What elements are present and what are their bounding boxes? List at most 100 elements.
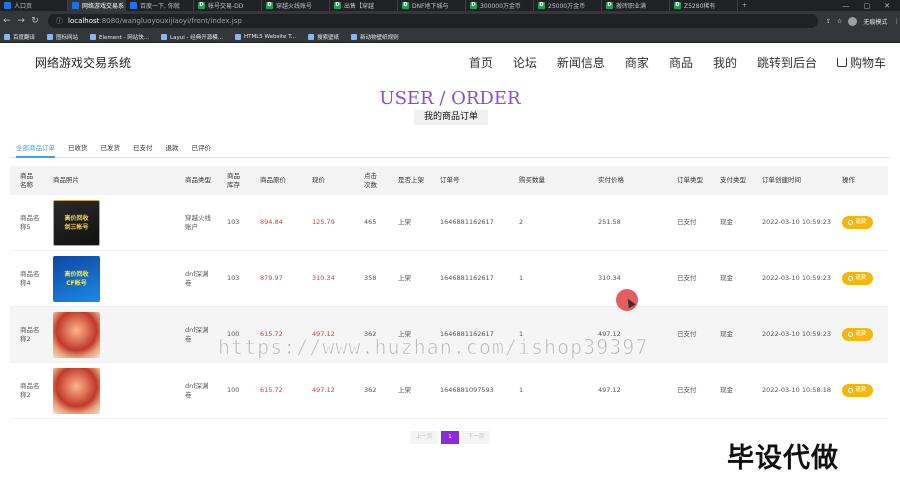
cell-orig: 879.97 [260, 274, 283, 282]
refund-button[interactable]: 退款 [842, 216, 873, 229]
new-tab-icon[interactable]: + [738, 0, 752, 11]
close-icon[interactable]: ✕ [884, 2, 890, 10]
maximize-icon[interactable]: ▢ [864, 2, 871, 10]
refund-button[interactable]: 退款 [842, 328, 873, 341]
nav-item[interactable]: 新闻信息 [557, 54, 605, 71]
nav-item[interactable]: 跳转到后台 [757, 54, 817, 71]
refund-button-label: 退款 [855, 219, 867, 225]
minimize-icon[interactable]: — [843, 2, 850, 10]
product-thumbnail[interactable]: 高价回收 剑三帐号 [53, 199, 100, 246]
column-header: 点击次数 [364, 171, 377, 189]
order-table: 商品名称 商品照片 商品类型 商品库存 商品原价 现价 点击次数 是否上架 订单号 购买数量 实付价… [10, 166, 888, 419]
prev-page-button[interactable]: 上一页 [410, 431, 438, 444]
refund-button[interactable]: 退款 [842, 384, 873, 397]
browser-tab[interactable]: D 300000万金币 [466, 0, 534, 11]
table-row: 商品名称5 高价回收 剑三帐号 穿越火线账户 103 894.84 125.79 465 上架 1… [10, 195, 888, 251]
nav-item-label: 我的 [712, 56, 737, 70]
browser-tab[interactable]: 人口页 [0, 0, 68, 11]
bookmark-label: 图标网站 [56, 34, 79, 41]
menu-icon[interactable]: ⋮ [893, 18, 899, 25]
bookmark-label: 新动物壁纸规则 [360, 34, 399, 41]
column-header: 商品照片 [53, 176, 79, 184]
nav-item[interactable]: 商家 [625, 54, 649, 71]
forward-icon[interactable]: → [14, 16, 28, 26]
browser-tab[interactable]: 百度一下, 你就 [126, 0, 194, 11]
cell-price: 497.12 [312, 386, 335, 394]
cell-clicks: 358 [364, 274, 377, 282]
d-icon: D [198, 2, 205, 9]
cell-clicks: 362 [364, 386, 377, 394]
refund-button[interactable]: 退款 [842, 272, 873, 285]
order-filter-tab[interactable]: 已收货 [68, 141, 88, 158]
cell-stock: 103 [227, 274, 240, 282]
nav-item[interactable]: 我的 [713, 54, 737, 71]
bookmark-item[interactable]: Layui - 经典开源模... [161, 33, 223, 41]
bookmark-item[interactable]: 图标网站 [47, 33, 78, 41]
page-number-button[interactable]: 1 [441, 431, 459, 444]
url-path: :8080/wangluoyouxijiaoyi/front/index.jsp [99, 17, 242, 25]
site-logo[interactable]: 网络游戏交易系统 [35, 54, 131, 71]
order-filter-tab[interactable]: 已发货 [101, 141, 121, 158]
browser-tab[interactable]: D 帐号交易-DD [194, 0, 262, 11]
browser-tab[interactable]: D 出售【穿越 [330, 0, 398, 11]
bookmark-icon [90, 33, 97, 40]
column-header: 实付价格 [598, 176, 624, 184]
browser-tab-label: Z5280稀有 [684, 3, 716, 10]
action-cell: 退款 [842, 307, 886, 362]
nav-item[interactable]: 论坛 [513, 54, 537, 71]
cell-price: 310.34 [312, 274, 335, 282]
avatar[interactable] [848, 16, 858, 26]
browser-tab-label: 出售【穿越 [344, 3, 375, 10]
bookmark-item[interactable]: Element - 网站快... [90, 33, 149, 41]
url-field[interactable]: ⓘ localhost:8080/wangluoyouxijiaoyi/fron… [48, 14, 818, 28]
back-icon[interactable]: ← [0, 16, 14, 26]
cell-onsale: 上架 [398, 274, 411, 282]
order-filter-tab[interactable]: 退款 [166, 141, 179, 158]
column-header: 订单类型 [677, 176, 703, 184]
cell-stock: 100 [227, 386, 240, 394]
column-header: 支付类型 [720, 176, 746, 184]
column-header: 商品名称 [20, 171, 33, 189]
browser-tab-label: 搬砖职业满 [616, 3, 647, 10]
browser-tab[interactable]: 网络游戏交易系 [68, 0, 126, 11]
order-filter-tab[interactable]: 已评价 [192, 141, 212, 158]
browser-tab-label: 300000万金币 [480, 3, 521, 10]
bookmark-item[interactable]: HTML5 Website T... [234, 33, 296, 40]
reload-icon[interactable]: ↻ [28, 16, 42, 26]
stamp-text: 毕设代做 [727, 443, 839, 474]
browser-tab[interactable]: D 穿越火线账号 [262, 0, 330, 11]
browser-tab-label: 穿越火线账号 [276, 3, 313, 10]
browser-tab[interactable]: D 搬砖职业满 [602, 0, 670, 11]
refund-icon [848, 332, 854, 337]
cell-pay_type: 现金 [720, 386, 733, 394]
top-nav: 首页 论坛 新闻信息 商家 商品 我的 跳转到后台 购物车 [469, 54, 886, 71]
order-filter-tab[interactable]: 全部商品订单 [16, 141, 55, 158]
browser-tab[interactable]: D Z5280稀有 [670, 0, 738, 11]
nav-item[interactable]: 购物车 [836, 54, 886, 71]
column-header: 商品类型 [185, 176, 211, 184]
profile-area[interactable]: ⇪ ☆ 无痕模式 ⋮ [826, 16, 899, 26]
browser-tab[interactable]: D 25000万金币 [534, 0, 602, 11]
cell-name: 商品名称4 [20, 269, 40, 287]
bookmark-icon [234, 33, 241, 40]
browser-tab[interactable]: D DNF地下城与 [398, 0, 466, 11]
cell-paid: 497.12 [598, 386, 621, 394]
bookmark-item[interactable]: 新动物壁纸规则 [351, 33, 399, 41]
site-header: 网络游戏交易系统 首页 论坛 新闻信息 商家 商品 我的 跳转到后台 购物车 [0, 43, 900, 83]
bookmark-item[interactable]: 百度翻译 [4, 33, 35, 41]
browser-tab-label: 百度一下, 你就 [140, 3, 180, 10]
column-header: 是否上架 [398, 176, 424, 184]
product-thumbnail[interactable]: 高价回收 CF帐号 [53, 255, 100, 302]
globe-icon [130, 2, 137, 9]
product-thumbnail[interactable] [53, 311, 100, 358]
nav-item[interactable]: 首页 [469, 54, 493, 71]
bookmark-item[interactable]: 搜索壁纸 [308, 33, 339, 41]
product-thumbnail[interactable] [53, 367, 100, 414]
cell-pay_type: 现金 [720, 218, 733, 226]
share-icon[interactable]: ⇪ [826, 18, 831, 25]
star-icon[interactable]: ☆ [837, 18, 842, 25]
order-filter-tab[interactable]: 已支付 [133, 141, 153, 158]
bookmark-icon [47, 33, 54, 40]
nav-item[interactable]: 商品 [669, 54, 693, 71]
next-page-button[interactable]: 下一页 [462, 431, 490, 444]
